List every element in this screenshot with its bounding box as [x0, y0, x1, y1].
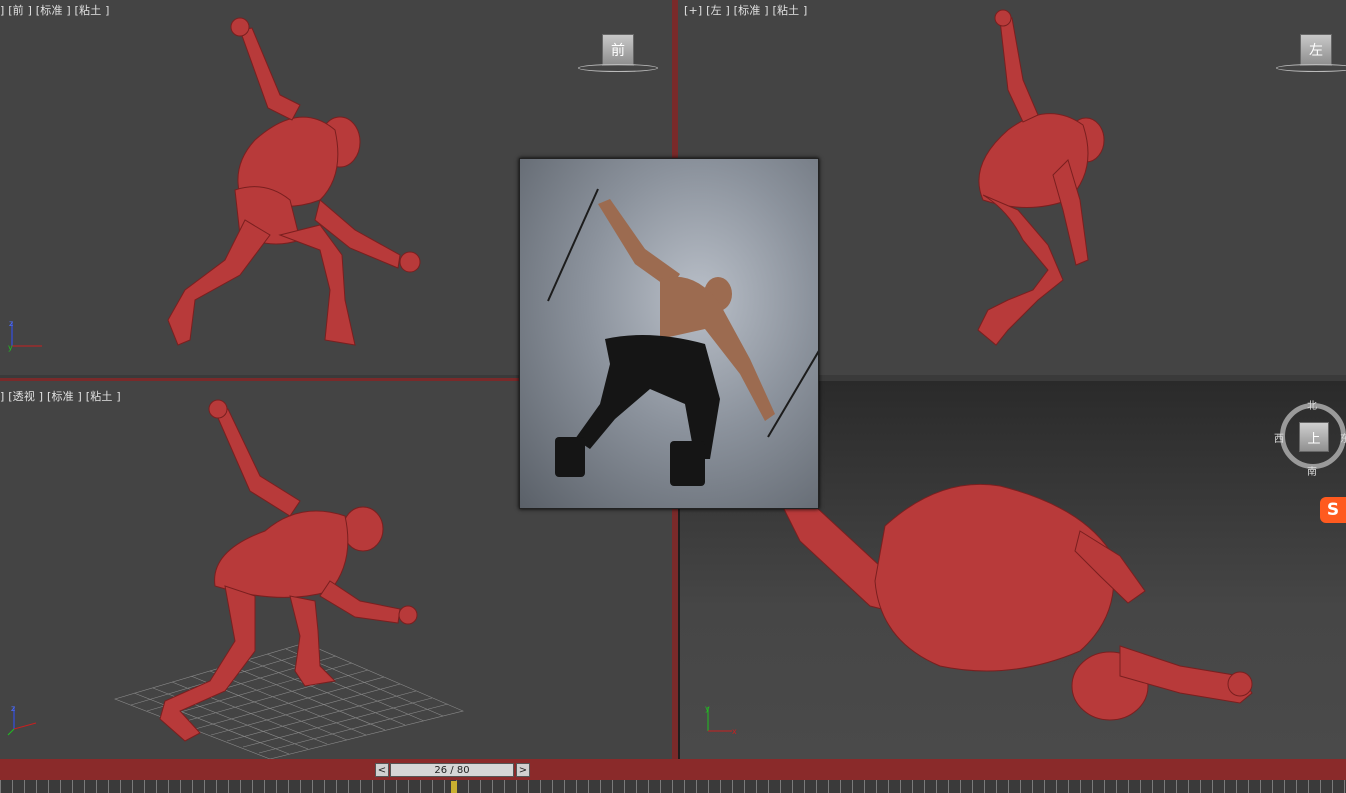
viewcube-face-left[interactable]: 左 [1300, 34, 1332, 66]
reference-photo-figure [547, 188, 818, 486]
next-frame-button[interactable]: > [516, 763, 530, 777]
axis-label-y: y [705, 704, 710, 713]
reference-photo [519, 158, 819, 509]
track-bar[interactable] [0, 780, 1346, 793]
compass-north[interactable]: 北 [1307, 397, 1317, 412]
axis-label-z: z [11, 704, 15, 713]
viewcube-compass[interactable]: 上 [1280, 403, 1346, 469]
compass-east[interactable]: 东 [1340, 430, 1346, 445]
frame-slider[interactable]: 26 / 80 [390, 763, 514, 777]
viewcube-front[interactable]: 前 [578, 34, 658, 74]
compass-west[interactable]: 西 [1274, 430, 1284, 445]
compass-south[interactable]: 南 [1307, 463, 1317, 478]
current-frame-marker[interactable] [451, 781, 457, 793]
prev-frame-button[interactable]: < [375, 763, 389, 777]
axis-gizmo-front: z y [6, 318, 46, 352]
time-slider-bar: < 26 / 80 > [0, 759, 1346, 780]
axis-gizmo-top: y x [702, 703, 742, 737]
ime-tray-icon[interactable]: S [1320, 497, 1346, 523]
viewcube-left[interactable]: 左 [1276, 34, 1346, 74]
axis-label-y: y [8, 343, 13, 352]
viewcube-face-top[interactable]: 上 [1299, 422, 1329, 452]
axis-label-z: z [9, 319, 13, 328]
axis-label-x: x [732, 727, 737, 736]
axis-gizmo-perspective: z [6, 703, 46, 737]
viewcube-ring[interactable] [1276, 64, 1346, 72]
viewcube-ring[interactable] [578, 64, 658, 72]
viewcube-face-front[interactable]: 前 [602, 34, 634, 66]
